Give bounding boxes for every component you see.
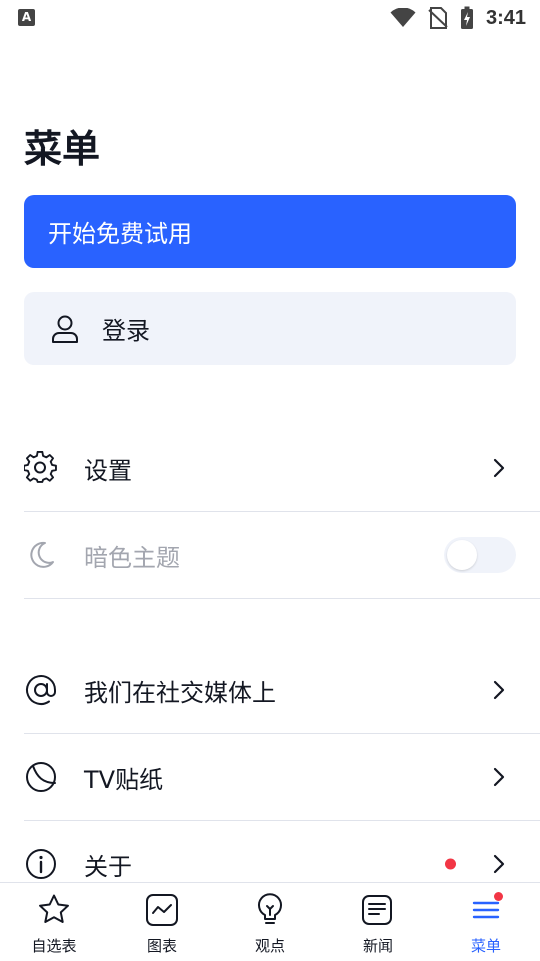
sticker-icon xyxy=(24,760,58,794)
nav-label: 新闻 xyxy=(362,937,393,955)
start-free-trial-label: 开始免费试用 xyxy=(48,220,192,248)
nav-label: 图表 xyxy=(146,937,177,955)
no-sim-icon xyxy=(428,7,448,29)
login-label: 登录 xyxy=(102,317,150,345)
chart-icon xyxy=(144,892,180,928)
star-icon xyxy=(36,892,72,928)
notification-dot xyxy=(494,892,503,901)
menu-item-dark-theme: 暗色主题 xyxy=(24,512,540,598)
nav-item-menu[interactable]: 菜单 xyxy=(432,883,540,961)
at-sign-icon xyxy=(24,673,58,707)
status-bar: A 3:41 xyxy=(0,0,540,36)
chevron-right-icon xyxy=(493,458,505,478)
menu-item-settings[interactable]: 设置 xyxy=(24,425,540,511)
notification-icon: A xyxy=(18,9,35,26)
status-icons: 3:41 xyxy=(390,4,526,32)
clock: 3:41 xyxy=(485,6,526,29)
login-button[interactable]: 登录 xyxy=(24,292,516,365)
page-title: 菜单 xyxy=(24,127,101,171)
nav-item-news[interactable]: 新闻 xyxy=(324,883,432,961)
gear-icon xyxy=(24,451,58,485)
nav-item-watchlist[interactable]: 自选表 xyxy=(0,883,108,961)
notification-dot xyxy=(445,858,456,870)
toggle-knob xyxy=(447,540,477,570)
tv-stickers-label: TV贴纸 xyxy=(84,765,164,794)
chevron-right-icon xyxy=(493,680,505,700)
nav-label: 自选表 xyxy=(31,937,77,955)
user-icon xyxy=(50,313,80,345)
moon-icon xyxy=(24,538,58,572)
nav-label: 观点 xyxy=(254,937,285,955)
menu-item-social-media[interactable]: 我们在社交媒体上 xyxy=(24,647,540,733)
start-free-trial-button[interactable]: 开始免费试用 xyxy=(24,195,516,268)
info-icon xyxy=(24,847,58,881)
wifi-icon xyxy=(390,8,416,27)
bottom-navigation: 自选表 图表 观点 新闻 菜单 xyxy=(0,882,540,961)
nav-item-ideas[interactable]: 观点 xyxy=(216,883,324,961)
lightbulb-icon xyxy=(252,892,288,928)
news-icon xyxy=(360,892,396,928)
dark-theme-toggle[interactable] xyxy=(444,537,516,573)
settings-label: 设置 xyxy=(84,456,132,485)
divider xyxy=(24,598,540,599)
battery-charging-icon xyxy=(460,6,473,29)
menu-item-tv-stickers[interactable]: TV贴纸 xyxy=(24,734,540,820)
nav-label: 菜单 xyxy=(470,937,501,955)
nav-item-chart[interactable]: 图表 xyxy=(108,883,216,961)
about-label: 关于 xyxy=(84,852,132,881)
social-media-label: 我们在社交媒体上 xyxy=(84,678,276,707)
chevron-right-icon xyxy=(493,854,505,874)
chevron-right-icon xyxy=(493,767,505,787)
